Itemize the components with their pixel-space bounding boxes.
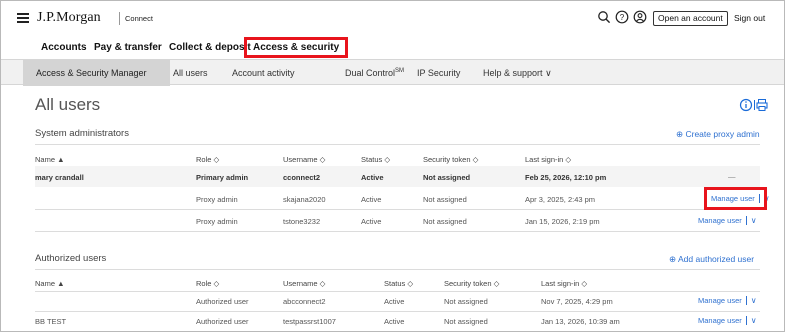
manage-user-label: Manage user bbox=[698, 216, 742, 225]
app-window: J.P.Morgan Connect ? Open an account Sig… bbox=[0, 0, 785, 332]
tab-account-activity[interactable]: Account activity bbox=[232, 68, 295, 78]
info-print-icons[interactable] bbox=[739, 98, 769, 115]
cell-last-sign-in: Jan 15, 2026, 2:19 pm bbox=[525, 217, 600, 226]
create-proxy-admin-link[interactable]: ⊕ Create proxy admin bbox=[676, 129, 760, 140]
manage-user-label: Manage user bbox=[698, 316, 742, 325]
nav-accounts[interactable]: Accounts bbox=[41, 42, 87, 53]
cell-username: cconnect2 bbox=[283, 173, 321, 182]
col-security-token[interactable]: Security token ◇ bbox=[444, 279, 499, 288]
highlight-box bbox=[704, 187, 767, 210]
page-title: All users bbox=[35, 95, 101, 114]
chevron-down-icon: ∨ bbox=[545, 68, 552, 78]
tab-dual-control[interactable]: Dual ControlSM bbox=[345, 68, 404, 78]
cell-username: abcconnect2 bbox=[283, 297, 326, 306]
divider bbox=[35, 291, 760, 292]
tab-access-security-manager[interactable]: Access & Security Manager bbox=[36, 68, 147, 78]
open-account-button[interactable]: Open an account bbox=[653, 11, 728, 26]
chevron-down-icon[interactable]: ∨ bbox=[745, 296, 757, 305]
col-username[interactable]: Username ◇ bbox=[283, 279, 325, 288]
secondary-nav: Access & Security Manager All users Acco… bbox=[1, 59, 784, 86]
divider bbox=[35, 231, 760, 232]
cell-token: Not assigned bbox=[423, 195, 467, 204]
cell-role: Proxy admin bbox=[196, 217, 238, 226]
top-bar: J.P.Morgan Connect ? Open an account Sig… bbox=[1, 1, 784, 35]
cell-token: Not assigned bbox=[423, 217, 467, 226]
tab-dual-control-label: Dual Control bbox=[345, 68, 396, 78]
cell-role: Authorized user bbox=[196, 297, 249, 306]
brand-subtitle: Connect bbox=[125, 14, 153, 23]
primary-nav: Accounts Pay & transfer Collect & deposi… bbox=[1, 35, 784, 59]
cell-username: testpassrst1007 bbox=[283, 317, 336, 326]
cell-token: Not assigned bbox=[444, 297, 488, 306]
brand-logo[interactable]: J.P.Morgan bbox=[37, 10, 101, 26]
cell-role: Primary admin bbox=[196, 173, 249, 182]
tab-help-support[interactable]: Help & support ∨ bbox=[483, 68, 552, 79]
profile-icon[interactable] bbox=[633, 10, 647, 24]
cell-status: Active bbox=[361, 173, 384, 182]
col-role[interactable]: Role ◇ bbox=[196, 279, 219, 288]
cell-role: Proxy admin bbox=[196, 195, 238, 204]
tab-help-support-label: Help & support bbox=[483, 68, 543, 78]
section-title-authorized: Authorized users bbox=[35, 253, 107, 264]
divider bbox=[35, 269, 760, 270]
table-row bbox=[35, 166, 760, 187]
svg-text:?: ? bbox=[620, 13, 625, 22]
cell-token: Not assigned bbox=[444, 317, 488, 326]
tab-ip-security[interactable]: IP Security bbox=[417, 68, 460, 78]
col-security-token[interactable]: Security token ◇ bbox=[423, 155, 478, 164]
manage-user-button[interactable]: Manage user ∨ bbox=[698, 316, 757, 325]
section-title-sysadmins: System administrators bbox=[35, 128, 129, 139]
cell-status: Active bbox=[384, 317, 405, 326]
col-last-sign-in[interactable]: Last sign-in ◇ bbox=[525, 155, 571, 164]
divider bbox=[35, 311, 760, 312]
cell-name: BB TEST bbox=[35, 317, 67, 326]
cell-username: skajana2020 bbox=[283, 195, 326, 204]
manage-user-label: Manage user bbox=[698, 296, 742, 305]
cell-last-sign-in: Jan 13, 2026, 10:39 am bbox=[541, 317, 620, 326]
col-name[interactable]: Name ▲ bbox=[35, 279, 65, 288]
col-status[interactable]: Status ◇ bbox=[361, 155, 390, 164]
tab-all-users[interactable]: All users bbox=[173, 68, 208, 78]
cell-token: Not assigned bbox=[423, 173, 471, 182]
divider bbox=[35, 144, 760, 145]
manage-user-button[interactable]: Manage user ∨ bbox=[698, 216, 757, 225]
col-username[interactable]: Username ◇ bbox=[283, 155, 325, 164]
cell-name: mary crandall bbox=[35, 173, 84, 182]
menu-icon[interactable] bbox=[17, 13, 29, 23]
cell-status: Active bbox=[384, 297, 405, 306]
cell-status: Active bbox=[361, 195, 382, 204]
brand-divider bbox=[119, 12, 120, 25]
col-last-sign-in[interactable]: Last sign-in ◇ bbox=[541, 279, 587, 288]
cell-username: tstone3232 bbox=[283, 217, 321, 226]
cell-role: Authorized user bbox=[196, 317, 249, 326]
nav-access-security[interactable]: Access & security bbox=[244, 37, 349, 58]
col-status[interactable]: Status ◇ bbox=[384, 279, 413, 288]
search-icon[interactable] bbox=[597, 10, 611, 24]
cell-last-sign-in: Feb 25, 2026, 12:10 pm bbox=[525, 173, 607, 182]
cell-status: Active bbox=[361, 217, 382, 226]
col-name[interactable]: Name ▲ bbox=[35, 155, 65, 164]
col-role[interactable]: Role ◇ bbox=[196, 155, 219, 164]
manage-user-button[interactable]: Manage user ∨ bbox=[698, 296, 757, 305]
nav-pay-transfer[interactable]: Pay & transfer bbox=[94, 42, 162, 53]
info-print-icon[interactable] bbox=[739, 98, 769, 112]
service-mark: SM bbox=[395, 68, 405, 74]
chevron-down-icon[interactable]: ∨ bbox=[745, 316, 757, 325]
cell-last-sign-in: Nov 7, 2025, 4:29 pm bbox=[541, 297, 613, 306]
divider bbox=[35, 209, 760, 210]
help-icon[interactable]: ? bbox=[615, 10, 629, 24]
sign-out-link[interactable]: Sign out bbox=[734, 13, 765, 23]
chevron-down-icon[interactable]: ∨ bbox=[745, 216, 757, 225]
cell-last-sign-in: Apr 3, 2025, 2:43 pm bbox=[525, 195, 596, 204]
add-authorized-user-link[interactable]: ⊕ Add authorized user bbox=[669, 254, 754, 265]
cell-action-none: — bbox=[728, 172, 736, 181]
nav-collect-deposit[interactable]: Collect & deposit bbox=[169, 42, 251, 53]
